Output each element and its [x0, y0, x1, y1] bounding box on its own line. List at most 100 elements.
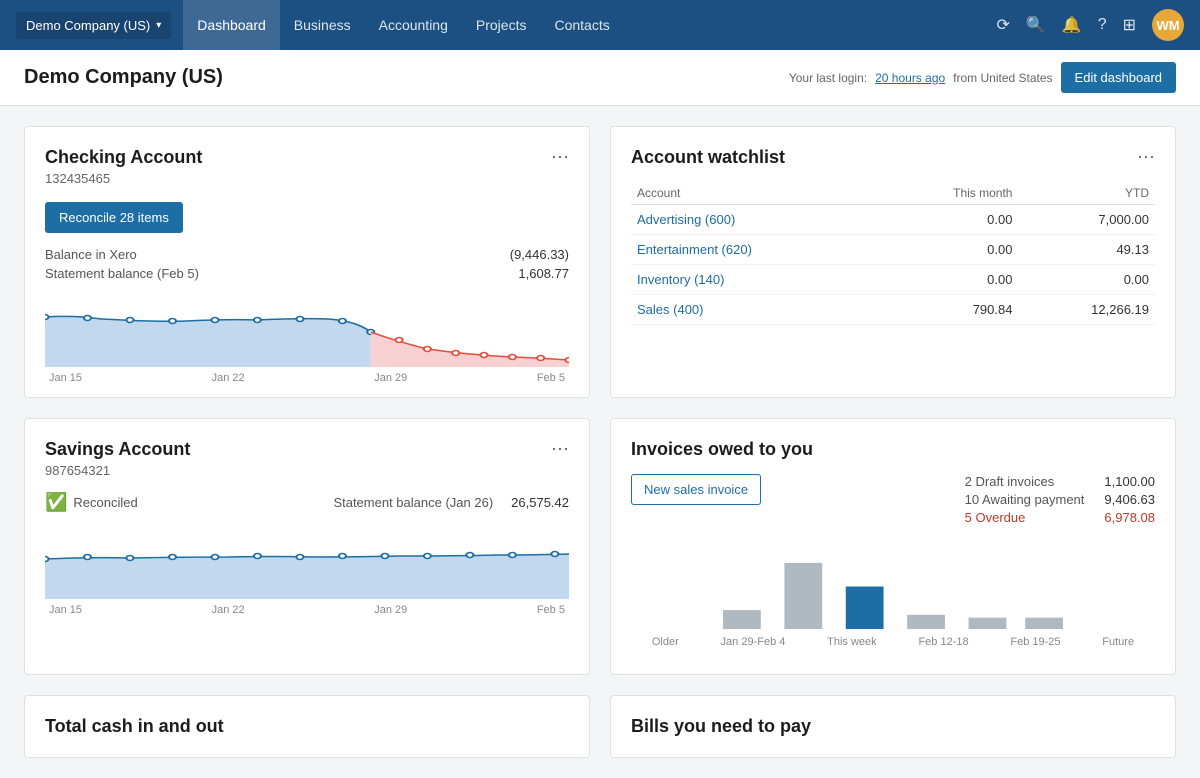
watchlist-title: Account watchlist: [631, 147, 785, 168]
watchlist-header: Account watchlist ⋯: [631, 147, 1155, 168]
balance-xero-amount: (9,446.33): [510, 247, 569, 262]
statement-balance-row: Statement balance (Feb 5) 1,608.77: [45, 266, 569, 281]
label-feb5: Feb 5: [537, 372, 565, 384]
account-name[interactable]: Sales (400): [631, 295, 879, 325]
account-name[interactable]: Advertising (600): [631, 205, 879, 235]
nav-icons: ⟳ 🔍 🔔 ? ⊞ WM: [996, 9, 1184, 41]
col-account: Account: [631, 182, 879, 205]
draft-label: 2 Draft invoices: [965, 474, 1055, 489]
chart-label-jan29: Jan 29-Feb 4: [721, 636, 786, 648]
bell-icon[interactable]: 🔔: [1062, 15, 1082, 35]
account-name[interactable]: Inventory (140): [631, 265, 879, 295]
user-avatar[interactable]: WM: [1152, 9, 1184, 41]
page-title: Demo Company (US): [24, 66, 223, 89]
savings-title: Savings Account: [45, 439, 190, 460]
main-nav: Demo Company (US) ▾ Dashboard Business A…: [0, 0, 1200, 50]
sync-icon[interactable]: ⟳: [996, 15, 1009, 35]
table-row: Inventory (140) 0.00 0.00: [631, 265, 1155, 295]
statement-amount: 1,608.77: [518, 266, 569, 281]
savings-header: Savings Account 987654321 ⋯: [45, 439, 569, 478]
ytd-value: 0.00: [1018, 265, 1155, 295]
savings-label-feb5: Feb 5: [537, 604, 565, 616]
checking-account-number: 132435465: [45, 171, 202, 186]
savings-statement-amount: 26,575.42: [511, 495, 569, 510]
invoices-top: New sales invoice 2 Draft invoices 1,100…: [631, 474, 1155, 528]
savings-more-icon[interactable]: ⋯: [551, 439, 569, 460]
invoice-chart-labels: Older Jan 29-Feb 4 This week Feb 12-18 F…: [631, 636, 1155, 648]
chevron-down-icon: ▾: [156, 20, 161, 31]
checking-title: Checking Account: [45, 147, 202, 168]
bills-card: Bills you need to pay: [610, 695, 1176, 758]
checking-chart: Jan 15 Jan 22 Jan 29 Feb 5: [45, 297, 569, 377]
header-right: Your last login: 20 hours ago from Unite…: [789, 62, 1176, 93]
search-icon[interactable]: 🔍: [1026, 15, 1046, 35]
label-jan15: Jan 15: [49, 372, 82, 384]
table-row: Advertising (600) 0.00 7,000.00: [631, 205, 1155, 235]
help-icon[interactable]: ?: [1098, 16, 1107, 34]
main-content: Checking Account 132435465 ⋯ Reconcile 2…: [0, 106, 1200, 778]
savings-account-card: Savings Account 987654321 ⋯ ✅ Reconciled…: [24, 418, 590, 675]
invoice-bar-chart: Older Jan 29-Feb 4 This week Feb 12-18 F…: [631, 544, 1155, 654]
edit-dashboard-button[interactable]: Edit dashboard: [1061, 62, 1176, 93]
awaiting-label: 10 Awaiting payment: [965, 492, 1085, 507]
chart-label-feb19: Feb 19-25: [1010, 636, 1060, 648]
this-month-value: 0.00: [879, 205, 1018, 235]
last-login-text: Your last login:: [789, 71, 867, 85]
checking-account-card: Checking Account 132435465 ⋯ Reconcile 2…: [24, 126, 590, 398]
savings-statement-label: Statement balance (Jan 26): [333, 495, 493, 510]
reconciled-badge: ✅ Reconciled Statement balance (Jan 26) …: [45, 492, 569, 513]
label-jan29: Jan 29: [374, 372, 407, 384]
grid-icon[interactable]: ⊞: [1123, 15, 1136, 35]
last-login-time[interactable]: 20 hours ago: [875, 71, 945, 85]
chart-label-older: Older: [652, 636, 679, 648]
nav-contacts[interactable]: Contacts: [540, 0, 623, 50]
savings-chart-labels: Jan 15 Jan 22 Jan 29 Feb 5: [45, 604, 569, 616]
savings-label-jan15: Jan 15: [49, 604, 82, 616]
invoices-title: Invoices owed to you: [631, 439, 813, 460]
checking-header: Checking Account 132435465 ⋯: [45, 147, 569, 186]
invoice-stats: 2 Draft invoices 1,100.00 10 Awaiting pa…: [965, 474, 1155, 528]
checking-chart-labels: Jan 15 Jan 22 Jan 29 Feb 5: [45, 372, 569, 384]
total-cash-title: Total cash in and out: [45, 716, 569, 737]
total-cash-card: Total cash in and out: [24, 695, 590, 758]
draft-invoices-row: 2 Draft invoices 1,100.00: [965, 474, 1155, 489]
table-row: Sales (400) 790.84 12,266.19: [631, 295, 1155, 325]
chart-label-this-week: This week: [827, 636, 877, 648]
overdue-row: 5 Overdue 6,978.08: [965, 510, 1155, 525]
col-this-month: This month: [879, 182, 1018, 205]
table-row: Entertainment (620) 0.00 49.13: [631, 235, 1155, 265]
awaiting-row: 10 Awaiting payment 9,406.63: [965, 492, 1155, 507]
ytd-value: 7,000.00: [1018, 205, 1155, 235]
savings-label-jan22: Jan 22: [212, 604, 245, 616]
balance-xero-row: Balance in Xero (9,446.33): [45, 247, 569, 262]
label-jan22: Jan 22: [212, 372, 245, 384]
awaiting-amount: 9,406.63: [1104, 492, 1155, 507]
nav-dashboard[interactable]: Dashboard: [183, 0, 280, 50]
this-month-value: 790.84: [879, 295, 1018, 325]
nav-business[interactable]: Business: [280, 0, 365, 50]
reconcile-button[interactable]: Reconcile 28 items: [45, 202, 183, 233]
overdue-amount: 6,978.08: [1104, 510, 1155, 525]
check-circle-icon: ✅: [45, 492, 67, 513]
company-name: Demo Company (US): [26, 18, 150, 33]
checking-more-icon[interactable]: ⋯: [551, 147, 569, 168]
chart-label-future: Future: [1102, 636, 1134, 648]
savings-chart: Jan 15 Jan 22 Jan 29 Feb 5: [45, 529, 569, 609]
header-bar: Demo Company (US) Your last login: 20 ho…: [0, 50, 1200, 106]
overdue-label: 5 Overdue: [965, 510, 1026, 525]
nav-accounting[interactable]: Accounting: [365, 0, 462, 50]
watchlist-table: Account This month YTD Advertising (600)…: [631, 182, 1155, 325]
nav-projects[interactable]: Projects: [462, 0, 541, 50]
watchlist-more-icon[interactable]: ⋯: [1137, 147, 1155, 168]
chart-label-feb12: Feb 12-18: [918, 636, 968, 648]
account-name[interactable]: Entertainment (620): [631, 235, 879, 265]
balance-xero-label: Balance in Xero: [45, 247, 137, 262]
account-watchlist-card: Account watchlist ⋯ Account This month Y…: [610, 126, 1176, 398]
new-invoice-button[interactable]: New sales invoice: [631, 474, 761, 505]
company-selector[interactable]: Demo Company (US) ▾: [16, 12, 171, 39]
bills-title: Bills you need to pay: [631, 716, 1155, 737]
checking-balance-info: Balance in Xero (9,446.33) Statement bal…: [45, 247, 569, 281]
nav-links: Dashboard Business Accounting Projects C…: [183, 0, 623, 50]
savings-label-jan29: Jan 29: [374, 604, 407, 616]
savings-account-number: 987654321: [45, 463, 190, 478]
